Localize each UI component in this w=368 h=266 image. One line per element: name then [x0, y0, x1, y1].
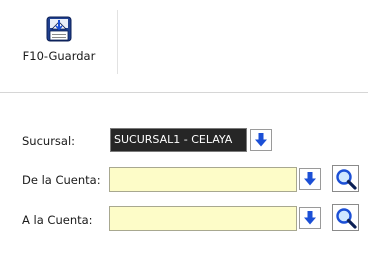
save-to-disk-icon: [46, 16, 72, 42]
from-account-label: De la Cuenta:: [22, 173, 101, 187]
arrow-down-icon: [304, 172, 316, 186]
from-account-dropdown-button[interactable]: [299, 168, 321, 190]
to-account-label: A la Cuenta:: [22, 213, 93, 227]
magnifier-icon: [335, 207, 357, 229]
from-account-search-button[interactable]: [332, 165, 359, 192]
magnifier-icon: [335, 168, 357, 190]
arrow-down-icon: [255, 133, 267, 147]
toolbar-divider: [117, 10, 118, 74]
branch-label: Sucursal:: [22, 134, 76, 148]
to-account-field[interactable]: [109, 206, 297, 231]
branch-field[interactable]: SUCURSAL1 - CELAYA: [110, 128, 247, 152]
toolbar: F10-Guardar: [0, 0, 368, 78]
to-account-dropdown-button[interactable]: [299, 207, 321, 229]
to-account-search-button[interactable]: [332, 204, 359, 231]
save-button-label: F10-Guardar: [22, 49, 96, 63]
branch-dropdown-button[interactable]: [250, 129, 272, 151]
save-button[interactable]: F10-Guardar: [16, 14, 116, 72]
arrow-down-icon: [304, 211, 316, 225]
from-account-field[interactable]: [109, 167, 297, 192]
